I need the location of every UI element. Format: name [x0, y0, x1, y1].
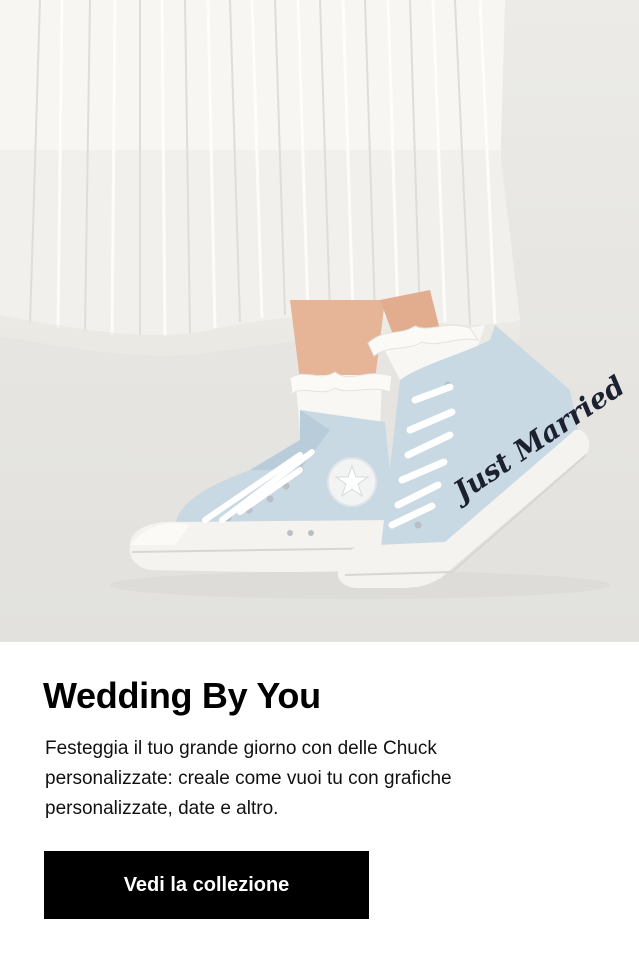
view-collection-label: Vedi la collezione: [123, 873, 290, 896]
page-title: Wedding By You: [43, 675, 321, 716]
skirt: [0, 0, 520, 356]
hero-image: Just Married: [0, 0, 639, 642]
hero-illustration: Just Married: [0, 0, 631, 599]
view-collection-button[interactable]: Vedi la collezione: [44, 851, 369, 919]
description-text: Festeggia il tuo grande giorno con delle…: [45, 738, 452, 819]
